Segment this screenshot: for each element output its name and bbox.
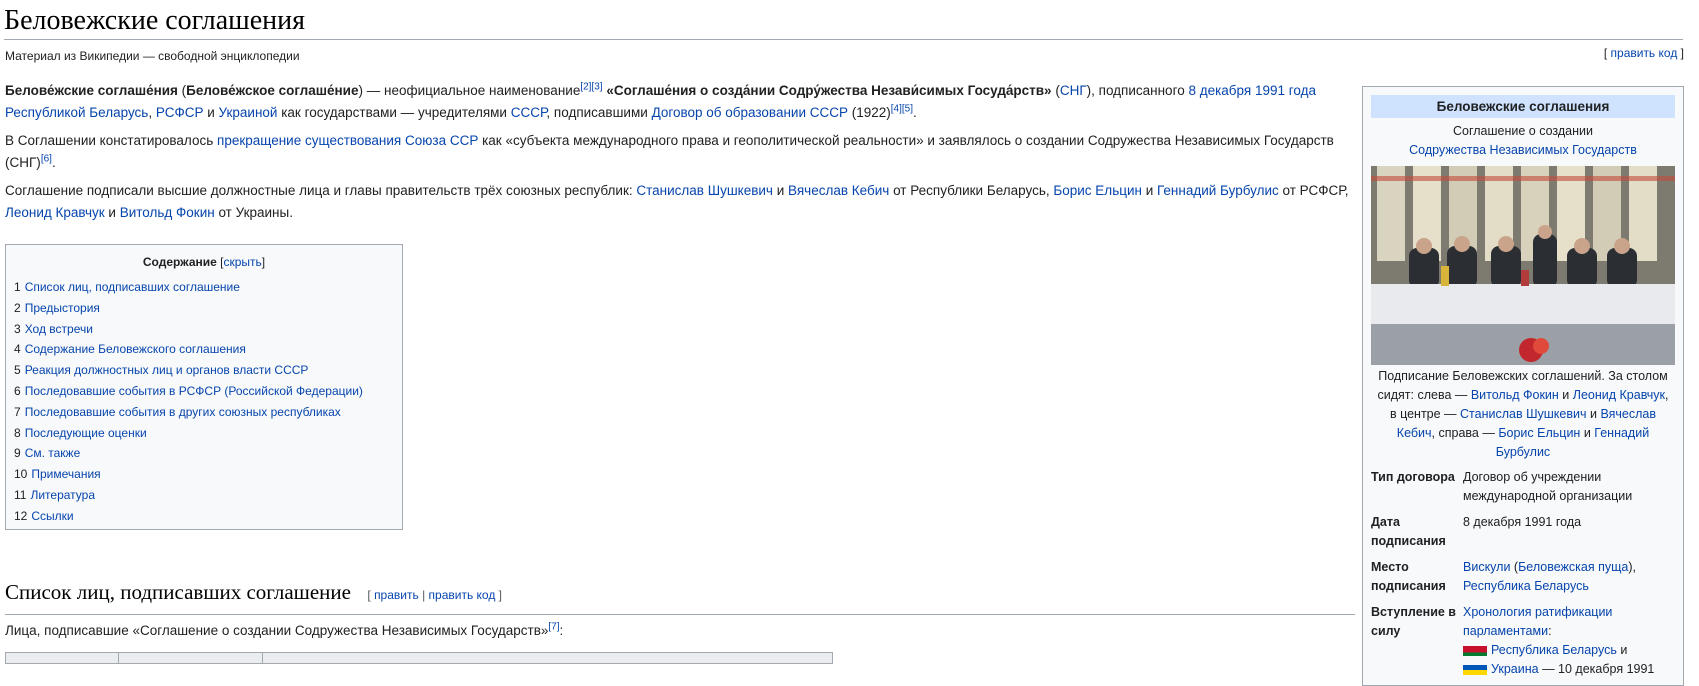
- link-kebich[interactable]: Вячеслав Кебич: [788, 183, 889, 198]
- link-belovezh-forest[interactable]: Беловежская пуща: [1518, 560, 1628, 574]
- toc-item: 8 Последующие оценки: [14, 423, 402, 444]
- toc-item: 7 Последовавшие события в других союзных …: [14, 402, 402, 423]
- toc-item: 6 Последовавшие события в РСФСР (Российск…: [14, 381, 402, 402]
- ukraine-flag-icon: [1463, 664, 1487, 675]
- link-belarus[interactable]: Республикой Беларусь: [5, 105, 148, 120]
- infobox-row-place: Место подписания Вискули (Беловежская пу…: [1371, 560, 1636, 593]
- toc-link[interactable]: Литература: [30, 488, 95, 502]
- toc-link[interactable]: Примечания: [31, 467, 100, 481]
- infobox-row-type: Тип договора Договор об учреждении между…: [1371, 470, 1633, 503]
- toc-item: 1 Список лиц, подписавших соглашение: [14, 277, 402, 298]
- infobox-cis-link[interactable]: Содружества Независимых Государств: [1409, 143, 1637, 157]
- caption-link-fokin[interactable]: Витольд Фокин: [1471, 388, 1559, 402]
- link-belarus-ratify[interactable]: Республика Беларусь: [1491, 643, 1617, 657]
- toc-link[interactable]: Последующие оценки: [25, 426, 147, 440]
- photo-caption: Подписание Беловежских соглашений. За ст…: [1377, 369, 1669, 459]
- toc-link[interactable]: Последовавшие события в других союзных р…: [25, 405, 341, 419]
- link-rsfsr[interactable]: РСФСР: [156, 105, 204, 120]
- belarus-flag-icon: [1463, 645, 1487, 656]
- edit-source-top: [ править код ]: [1603, 46, 1684, 60]
- article-body: Белове́жские соглаше́ния (Белове́жское с…: [5, 80, 1355, 230]
- page-title: Беловежские соглашения: [4, 5, 305, 36]
- infobox-rows: Тип договора Договор об учреждении между…: [1371, 468, 1675, 679]
- toc-item: 2 Предыстория: [14, 298, 402, 319]
- link-ussr[interactable]: СССР: [511, 105, 547, 120]
- toc-link[interactable]: Список лиц, подписавших соглашение: [25, 280, 240, 294]
- toc-number: 10: [14, 467, 28, 482]
- toc-link[interactable]: Реакция должностных лиц и органов власти…: [25, 363, 309, 377]
- toc-link[interactable]: Последовавшие события в РСФСР (Российско…: [25, 384, 363, 398]
- section-edit-links: [ править | править код ]: [367, 588, 503, 602]
- toc-item: 10 Примечания: [14, 464, 402, 485]
- edit-source-link[interactable]: править код: [1611, 46, 1678, 60]
- paragraph-2: В Соглашении констатировалось прекращени…: [5, 133, 1334, 170]
- title-divider: [4, 39, 1683, 40]
- link-ukraine[interactable]: Украиной: [219, 105, 278, 120]
- section-edit-link[interactable]: править: [374, 588, 419, 602]
- infobox: Беловежские соглашения Соглашение о созд…: [1362, 86, 1684, 686]
- caption-link-yeltsin[interactable]: Борис Ельцин: [1498, 426, 1580, 440]
- ref-link[interactable]: [2]: [580, 82, 591, 93]
- link-fokin[interactable]: Витольд Фокин: [120, 205, 215, 220]
- link-belarus-place[interactable]: Республика Беларусь: [1463, 579, 1589, 593]
- link-kravchuk[interactable]: Леонид Кравчук: [5, 205, 105, 220]
- ref-link[interactable]: [7]: [548, 622, 559, 633]
- section-heading: Список лиц, подписавших соглашение [ пра…: [5, 580, 1355, 615]
- caption-link-kravchuk[interactable]: Леонид Кравчук: [1573, 388, 1665, 402]
- toc-item: 4 Содержание Беловежского соглашения: [14, 339, 402, 360]
- toc-number: 7: [14, 404, 21, 419]
- caption-link-shushkevich[interactable]: Станислав Шушкевич: [1460, 407, 1587, 421]
- toc-item: 12 Ссылки: [14, 506, 402, 527]
- infobox-row-date: Дата подписания 8 декабря 1991 года: [1371, 515, 1582, 548]
- link-ukraine-ratify[interactable]: Украина: [1491, 662, 1539, 676]
- toc-number: 8: [14, 425, 21, 440]
- toc-number: 3: [14, 321, 21, 336]
- ref-link[interactable]: [5]: [902, 104, 913, 115]
- toc-link[interactable]: Содержание Беловежского соглашения: [25, 342, 246, 356]
- link-shushkevich[interactable]: Станислав Шушкевич: [636, 183, 773, 198]
- toc-link[interactable]: Предыстория: [25, 301, 100, 315]
- link-sng[interactable]: СНГ: [1060, 83, 1087, 98]
- infobox-row-force: Вступление в силу Хронология ратификации…: [1371, 605, 1655, 676]
- toc-item: 11 Литература: [14, 485, 402, 506]
- toc-link[interactable]: См. также: [25, 446, 81, 460]
- toc-item: 5 Реакция должностных лиц и органов власт…: [14, 360, 402, 381]
- infobox-title: Беловежские соглашения: [1371, 95, 1675, 118]
- link-ratification[interactable]: Хронология ратификации парламентами: [1463, 605, 1612, 638]
- site-tagline: Материал из Википедии — свободной энцикл…: [5, 49, 300, 63]
- link-yeltsin[interactable]: Борис Ельцин: [1053, 183, 1142, 198]
- ref-link[interactable]: [6]: [41, 154, 52, 165]
- table-of-contents: Содержание [скрыть] 1 Список лиц, подписа…: [5, 244, 403, 530]
- section-title: Список лиц, подписавших соглашение: [5, 580, 351, 604]
- section-paragraph: Лица, подписавшие «Соглашение о создании…: [5, 621, 564, 638]
- toc-item: 3 Ход встречи: [14, 319, 402, 340]
- toc-number: 6: [14, 383, 21, 398]
- toc-heading: Содержание [скрыть]: [142, 255, 266, 269]
- toc-list: 1 Список лиц, подписавших соглашение 2 Пред…: [14, 277, 402, 527]
- toc-number: 1: [14, 280, 21, 294]
- signatories-table: [5, 652, 833, 664]
- toc-number: 9: [14, 446, 21, 461]
- ref-link[interactable]: [3]: [591, 82, 602, 93]
- toc-number: 12: [14, 508, 28, 523]
- infobox-subtitle: Соглашение о создании Содружества Незави…: [1409, 124, 1637, 157]
- toc-link[interactable]: Ход встречи: [25, 322, 93, 336]
- toc-number: 2: [14, 300, 21, 315]
- toc-item: 9 См. также: [14, 443, 402, 464]
- link-treaty-1922[interactable]: Договор об образовании СССР: [652, 105, 848, 120]
- signing-photo[interactable]: [1371, 166, 1675, 365]
- toc-toggle-link[interactable]: скрыть: [223, 255, 261, 269]
- toc-number: 11: [14, 487, 27, 502]
- toc-number: 4: [14, 342, 21, 357]
- ref-link[interactable]: [4]: [891, 104, 902, 115]
- section-edit-code-link[interactable]: править код: [429, 588, 496, 602]
- link-date[interactable]: 8 декабря 1991 года: [1188, 83, 1316, 98]
- lead-paragraph: Белове́жские соглаше́ния (Белове́жское с…: [5, 81, 1316, 120]
- link-burbulis[interactable]: Геннадий Бурбулис: [1157, 183, 1279, 198]
- link-viskuli[interactable]: Вискули: [1463, 560, 1510, 574]
- paragraph-3: Соглашение подписали высшие должностные …: [5, 183, 1349, 220]
- toc-link[interactable]: Ссылки: [31, 509, 73, 523]
- link-dissolution[interactable]: прекращение существования Союза ССР: [217, 133, 478, 148]
- toc-number: 5: [14, 363, 21, 378]
